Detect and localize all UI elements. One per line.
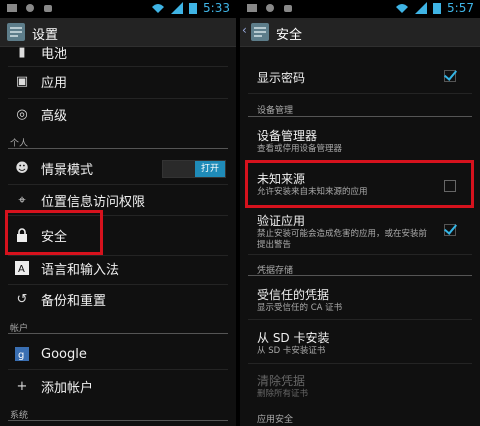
settings-item-location[interactable]: ⌖ 位置信息访问权限 [0, 189, 236, 211]
usb-icon [266, 4, 274, 12]
status-bar: 5:33 [0, 0, 236, 18]
profile-icon: ☻ [15, 160, 29, 176]
settings-item-profile[interactable]: ☻ 情景模式 打开 [0, 157, 236, 179]
settings-item-backup[interactable]: ↺ 备份和重置 [0, 288, 236, 310]
verify-apps-checkbox[interactable] [444, 224, 456, 236]
wifi-icon [396, 4, 409, 13]
battery-status-icon [189, 3, 198, 14]
apps-icon: ▣ [15, 73, 29, 89]
highlight-box-unknown-sources [245, 160, 474, 208]
settings-screen: 5:33 设置 ▮ 电池 ▣ 应用 ◎ 高级 个人 ☻ 情景模式 打开 ⌖ 位置… [0, 0, 236, 426]
language-icon: A [13, 259, 31, 277]
section-header-app-security: 应用安全 [257, 415, 294, 425]
signal-icon [415, 2, 428, 14]
settings-app-icon[interactable] [250, 22, 270, 42]
settings-item-apps[interactable]: ▣ 应用 [0, 70, 236, 92]
settings-item-advanced[interactable]: ◎ 高级 [0, 103, 236, 125]
device-admin-subtitle: 查看或停用设备管理器 [257, 144, 343, 154]
toggle-on-label: 打开 [195, 161, 225, 177]
status-time: 5:57 [447, 1, 474, 15]
battery-status-icon [433, 3, 442, 14]
settings-item-language[interactable]: A 语言和输入法 [0, 257, 236, 279]
notification-icon [247, 4, 257, 12]
page-title: 安全 [276, 28, 303, 43]
clear-credentials-title: 清除凭据 [257, 374, 306, 388]
trusted-credentials-title[interactable]: 受信任的凭据 [257, 286, 329, 303]
back-chevron-icon[interactable]: ‹ [242, 23, 247, 37]
advanced-icon: ◎ [16, 106, 28, 122]
backup-icon: ↺ [16, 291, 28, 307]
notification-icon [7, 4, 17, 12]
svg-text:g: g [18, 350, 24, 361]
verify-apps-subtitle: 禁止安装可能会造成危害的应用，或在安装前提出警告 [257, 229, 428, 250]
svg-text:A: A [18, 264, 25, 275]
screenshot-composite: 5:33 设置 ▮ 电池 ▣ 应用 ◎ 高级 个人 ☻ 情景模式 打开 ⌖ 位置… [0, 0, 480, 426]
plus-icon: + [16, 378, 28, 394]
action-bar: ‹ 安全 [240, 18, 480, 47]
wifi-icon [152, 4, 165, 13]
install-from-sd-title[interactable]: 从 SD 卡安装 [257, 329, 330, 346]
verify-apps-title[interactable]: 验证应用 [257, 212, 305, 229]
status-bar: 5:57 [240, 0, 480, 18]
device-admin-title[interactable]: 设备管理器 [257, 127, 317, 144]
security-screen: 5:57 ‹ 安全 显示密码 设备管理 设备管理器 查看或停用设备管理器 未知来… [240, 0, 480, 426]
highlight-box-security [5, 210, 103, 255]
settings-item-google[interactable]: g Google [0, 343, 236, 365]
profile-toggle[interactable]: 打开 [162, 160, 226, 178]
usb-icon [26, 4, 34, 12]
trusted-credentials-subtitle: 显示受信任的 CA 证书 [257, 303, 343, 313]
signal-icon [171, 2, 184, 14]
install-from-sd-subtitle: 从 SD 卡安装证书 [257, 346, 326, 356]
settings-item-battery[interactable]: ▮ 电池 [0, 41, 236, 63]
android-icon [284, 5, 292, 12]
clear-credentials-subtitle: 删除所有证书 [257, 389, 309, 399]
android-icon [44, 5, 52, 12]
status-time: 5:33 [203, 1, 230, 15]
settings-item-add-account[interactable]: + 添加帐户 [0, 375, 236, 397]
battery-icon: ▮ [18, 44, 26, 60]
settings-app-icon[interactable] [6, 22, 26, 42]
google-icon: g [13, 345, 31, 363]
location-icon: ⌖ [18, 192, 26, 208]
show-password-checkbox[interactable] [444, 70, 456, 82]
section-header-device-admin: 设备管理 [257, 106, 294, 116]
show-password-label: 显示密码 [257, 71, 306, 85]
